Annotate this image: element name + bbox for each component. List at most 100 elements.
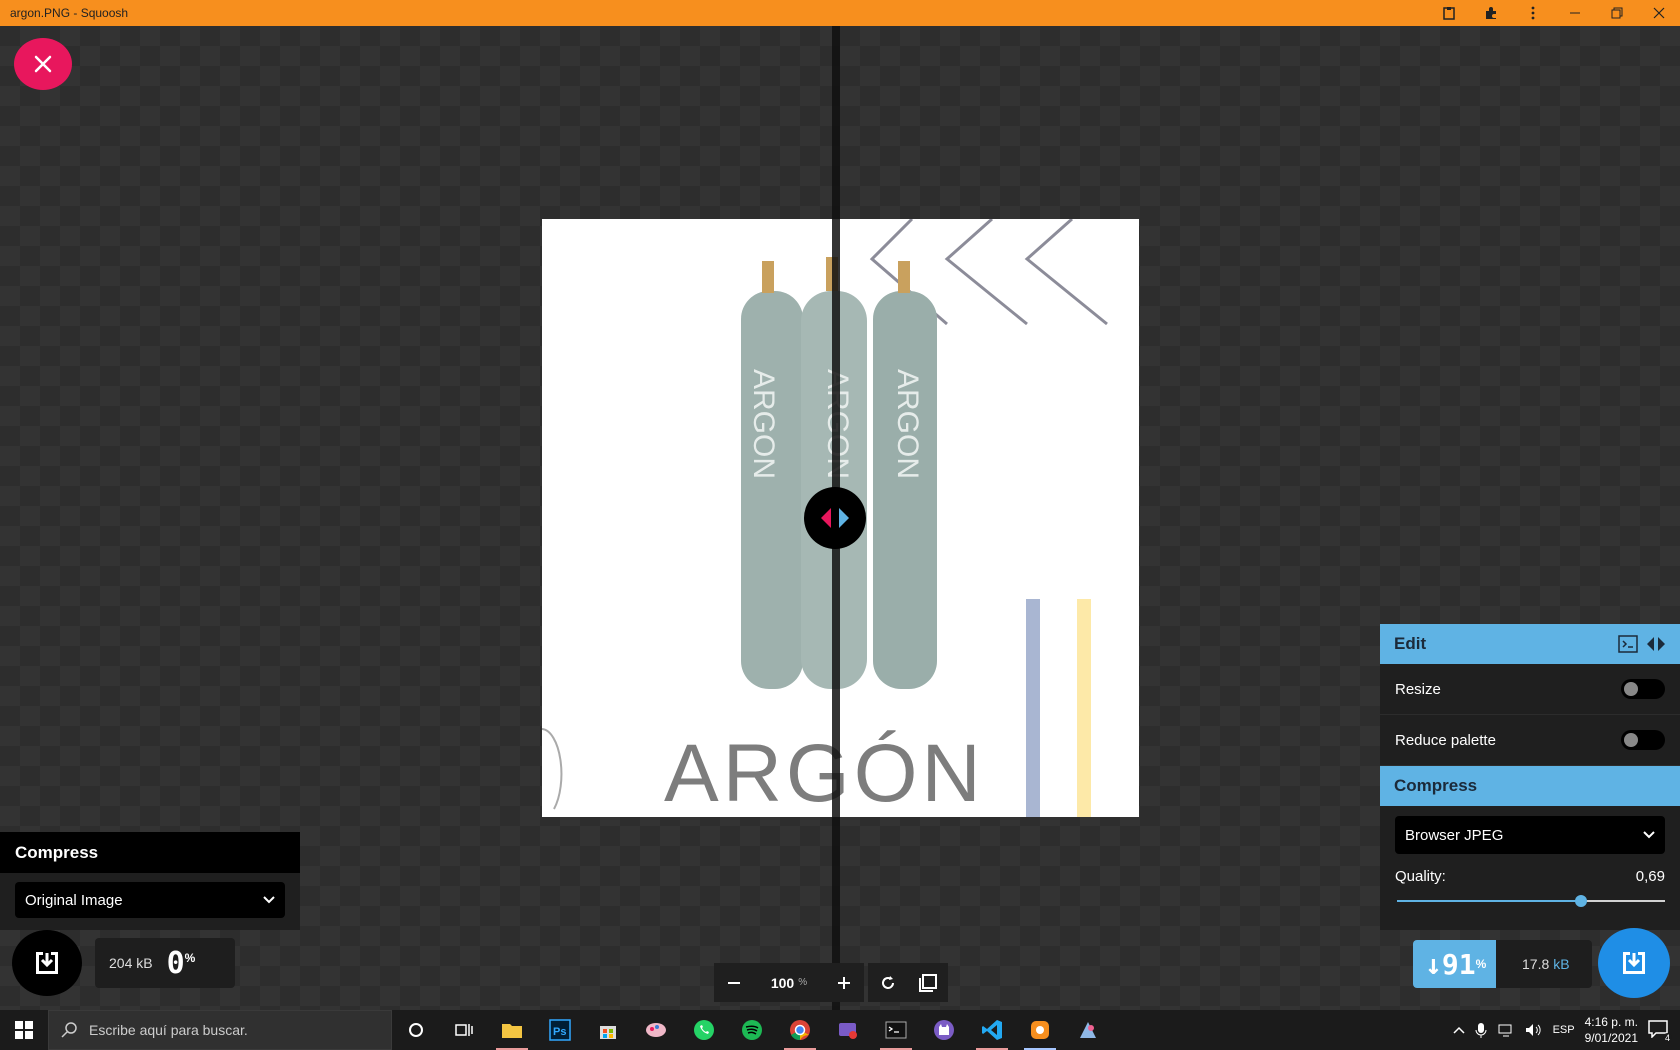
start-button[interactable] (0, 1010, 48, 1050)
search-placeholder: Escribe aquí para buscar. (89, 1022, 248, 1038)
resize-toggle[interactable] (1621, 679, 1665, 699)
original-percent-unit: % (184, 950, 196, 965)
download-compressed-button[interactable] (1598, 928, 1670, 998)
split-slider-handle[interactable] (804, 487, 866, 549)
clipboard-icon[interactable] (1428, 0, 1470, 26)
github-desktop-icon[interactable] (920, 1010, 968, 1050)
extensions-icon[interactable] (1470, 0, 1512, 26)
zoom-out-button[interactable] (714, 963, 754, 1002)
codec-value: Browser JPEG (1405, 826, 1504, 844)
plus-icon (838, 976, 850, 989)
paint-3d-icon[interactable] (1064, 1010, 1112, 1050)
original-size-unit: kB (136, 955, 153, 971)
task-view-icon[interactable] (440, 1010, 488, 1050)
arrow-left-icon (821, 508, 831, 528)
window-close-button[interactable] (1638, 0, 1680, 26)
close-icon (34, 55, 52, 73)
savings-percent-unit: % (1475, 957, 1487, 971)
download-icon (36, 952, 58, 974)
menu-dots-icon[interactable] (1512, 0, 1554, 26)
left-compress-panel: Compress Original Image (0, 832, 300, 930)
arrow-right-icon (839, 508, 849, 528)
minus-icon (728, 981, 740, 984)
title-bar: argon.PNG - Squoosh (0, 0, 1680, 26)
compressed-size-unit: kB (1553, 956, 1570, 972)
terminal-app-icon[interactable] (872, 1010, 920, 1050)
reduce-palette-toggle[interactable] (1621, 730, 1665, 750)
left-panel-title: Compress (0, 832, 300, 873)
taskbar-search[interactable]: Escribe aquí para buscar. (48, 1010, 392, 1050)
network-icon[interactable] (1497, 1023, 1515, 1037)
zoom-value-input[interactable]: 100% (754, 963, 824, 1002)
rotate-button[interactable] (868, 963, 908, 1002)
vscode-icon[interactable] (968, 1010, 1016, 1050)
reduce-palette-option[interactable]: Reduce palette (1380, 715, 1680, 766)
resize-option[interactable]: Resize (1380, 664, 1680, 715)
notification-count: 4 (1662, 1032, 1672, 1043)
left-codec-value: Original Image (25, 891, 123, 909)
clock[interactable]: 4:16 p. m. 9/01/2021 (1585, 1014, 1638, 1046)
cylinder-label: ARGON (891, 369, 924, 479)
quality-value[interactable]: 0,69 (1636, 868, 1665, 885)
edit-section-header: Edit (1380, 624, 1680, 664)
savings-percent: 91 (1441, 947, 1476, 981)
paint-icon[interactable] (632, 1010, 680, 1050)
original-size-value: 204 (109, 955, 133, 971)
cylinder-label: ARGON (747, 369, 780, 479)
quality-control: Quality: 0,69 (1380, 864, 1680, 913)
squoosh-app-icon[interactable] (1016, 1010, 1064, 1050)
cortana-icon[interactable] (392, 1010, 440, 1050)
photoshop-icon[interactable]: Ps (536, 1010, 584, 1050)
minimize-button[interactable] (1554, 0, 1596, 26)
resize-label: Resize (1395, 680, 1441, 698)
microphone-icon[interactable] (1475, 1022, 1487, 1038)
zoom-unit: % (798, 977, 808, 988)
language-indicator[interactable]: ESP (1553, 1024, 1575, 1036)
compress-section-header: Compress (1380, 766, 1680, 806)
window-title: argon.PNG - Squoosh (10, 6, 129, 20)
rotate-icon (882, 975, 894, 989)
fit-screen-icon (919, 973, 937, 992)
download-icon (1623, 952, 1645, 974)
windows-logo-icon (15, 1021, 33, 1039)
zoom-value: 100 (770, 974, 795, 991)
zoom-in-button[interactable] (824, 963, 864, 1002)
whatsapp-icon[interactable] (680, 1010, 728, 1050)
chrome-icon[interactable] (776, 1010, 824, 1050)
reduce-palette-label: Reduce palette (1395, 731, 1496, 749)
copy-settings-icon[interactable] (1646, 636, 1666, 652)
original-size-info: 204 kB 0% (95, 938, 235, 988)
store-icon[interactable] (584, 1010, 632, 1050)
left-codec-select[interactable]: Original Image (15, 882, 285, 918)
savings-arrow: ↓ (1425, 947, 1442, 981)
restore-button[interactable] (1596, 0, 1638, 26)
notification-center-button[interactable]: 4 (1648, 1019, 1672, 1043)
zoom-toolbar: 100% (714, 963, 948, 1002)
spotify-icon[interactable] (728, 1010, 776, 1050)
svg-text:Ps: Ps (553, 1026, 566, 1038)
chevron-up-icon[interactable] (1453, 1025, 1465, 1035)
background-toggle-button[interactable] (908, 963, 948, 1002)
download-original-button[interactable] (12, 930, 82, 996)
quality-label: Quality: (1395, 868, 1446, 885)
system-tray: ESP 4:16 p. m. 9/01/2021 4 (1453, 1010, 1680, 1050)
quality-slider[interactable] (1395, 893, 1665, 909)
quality-slider-thumb[interactable] (1574, 895, 1587, 907)
compress-title: Compress (1394, 776, 1478, 795)
search-icon (61, 1022, 77, 1038)
close-image-button[interactable] (14, 38, 72, 90)
compressed-size-value: 17.8 (1522, 956, 1550, 972)
savings-badge: ↓ 91% (1413, 940, 1509, 988)
brand-text: ARGÓN (664, 728, 985, 817)
chevron-down-icon (1643, 831, 1655, 839)
volume-icon[interactable] (1525, 1023, 1543, 1037)
windows-taskbar: Escribe aquí para buscar. Ps ESP 4:16 p.… (0, 1010, 1680, 1050)
clock-time: 4:16 p. m. (1584, 1015, 1638, 1029)
terminal-icon[interactable] (1618, 635, 1638, 653)
codec-select[interactable]: Browser JPEG (1395, 816, 1665, 854)
right-options-panel: Edit Resize Reduce palette Compress Brow… (1380, 624, 1680, 930)
file-explorer-icon[interactable] (488, 1010, 536, 1050)
edit-title: Edit (1394, 634, 1427, 653)
original-percent: 0 (166, 945, 185, 981)
screen-recorder-icon[interactable] (824, 1010, 872, 1050)
